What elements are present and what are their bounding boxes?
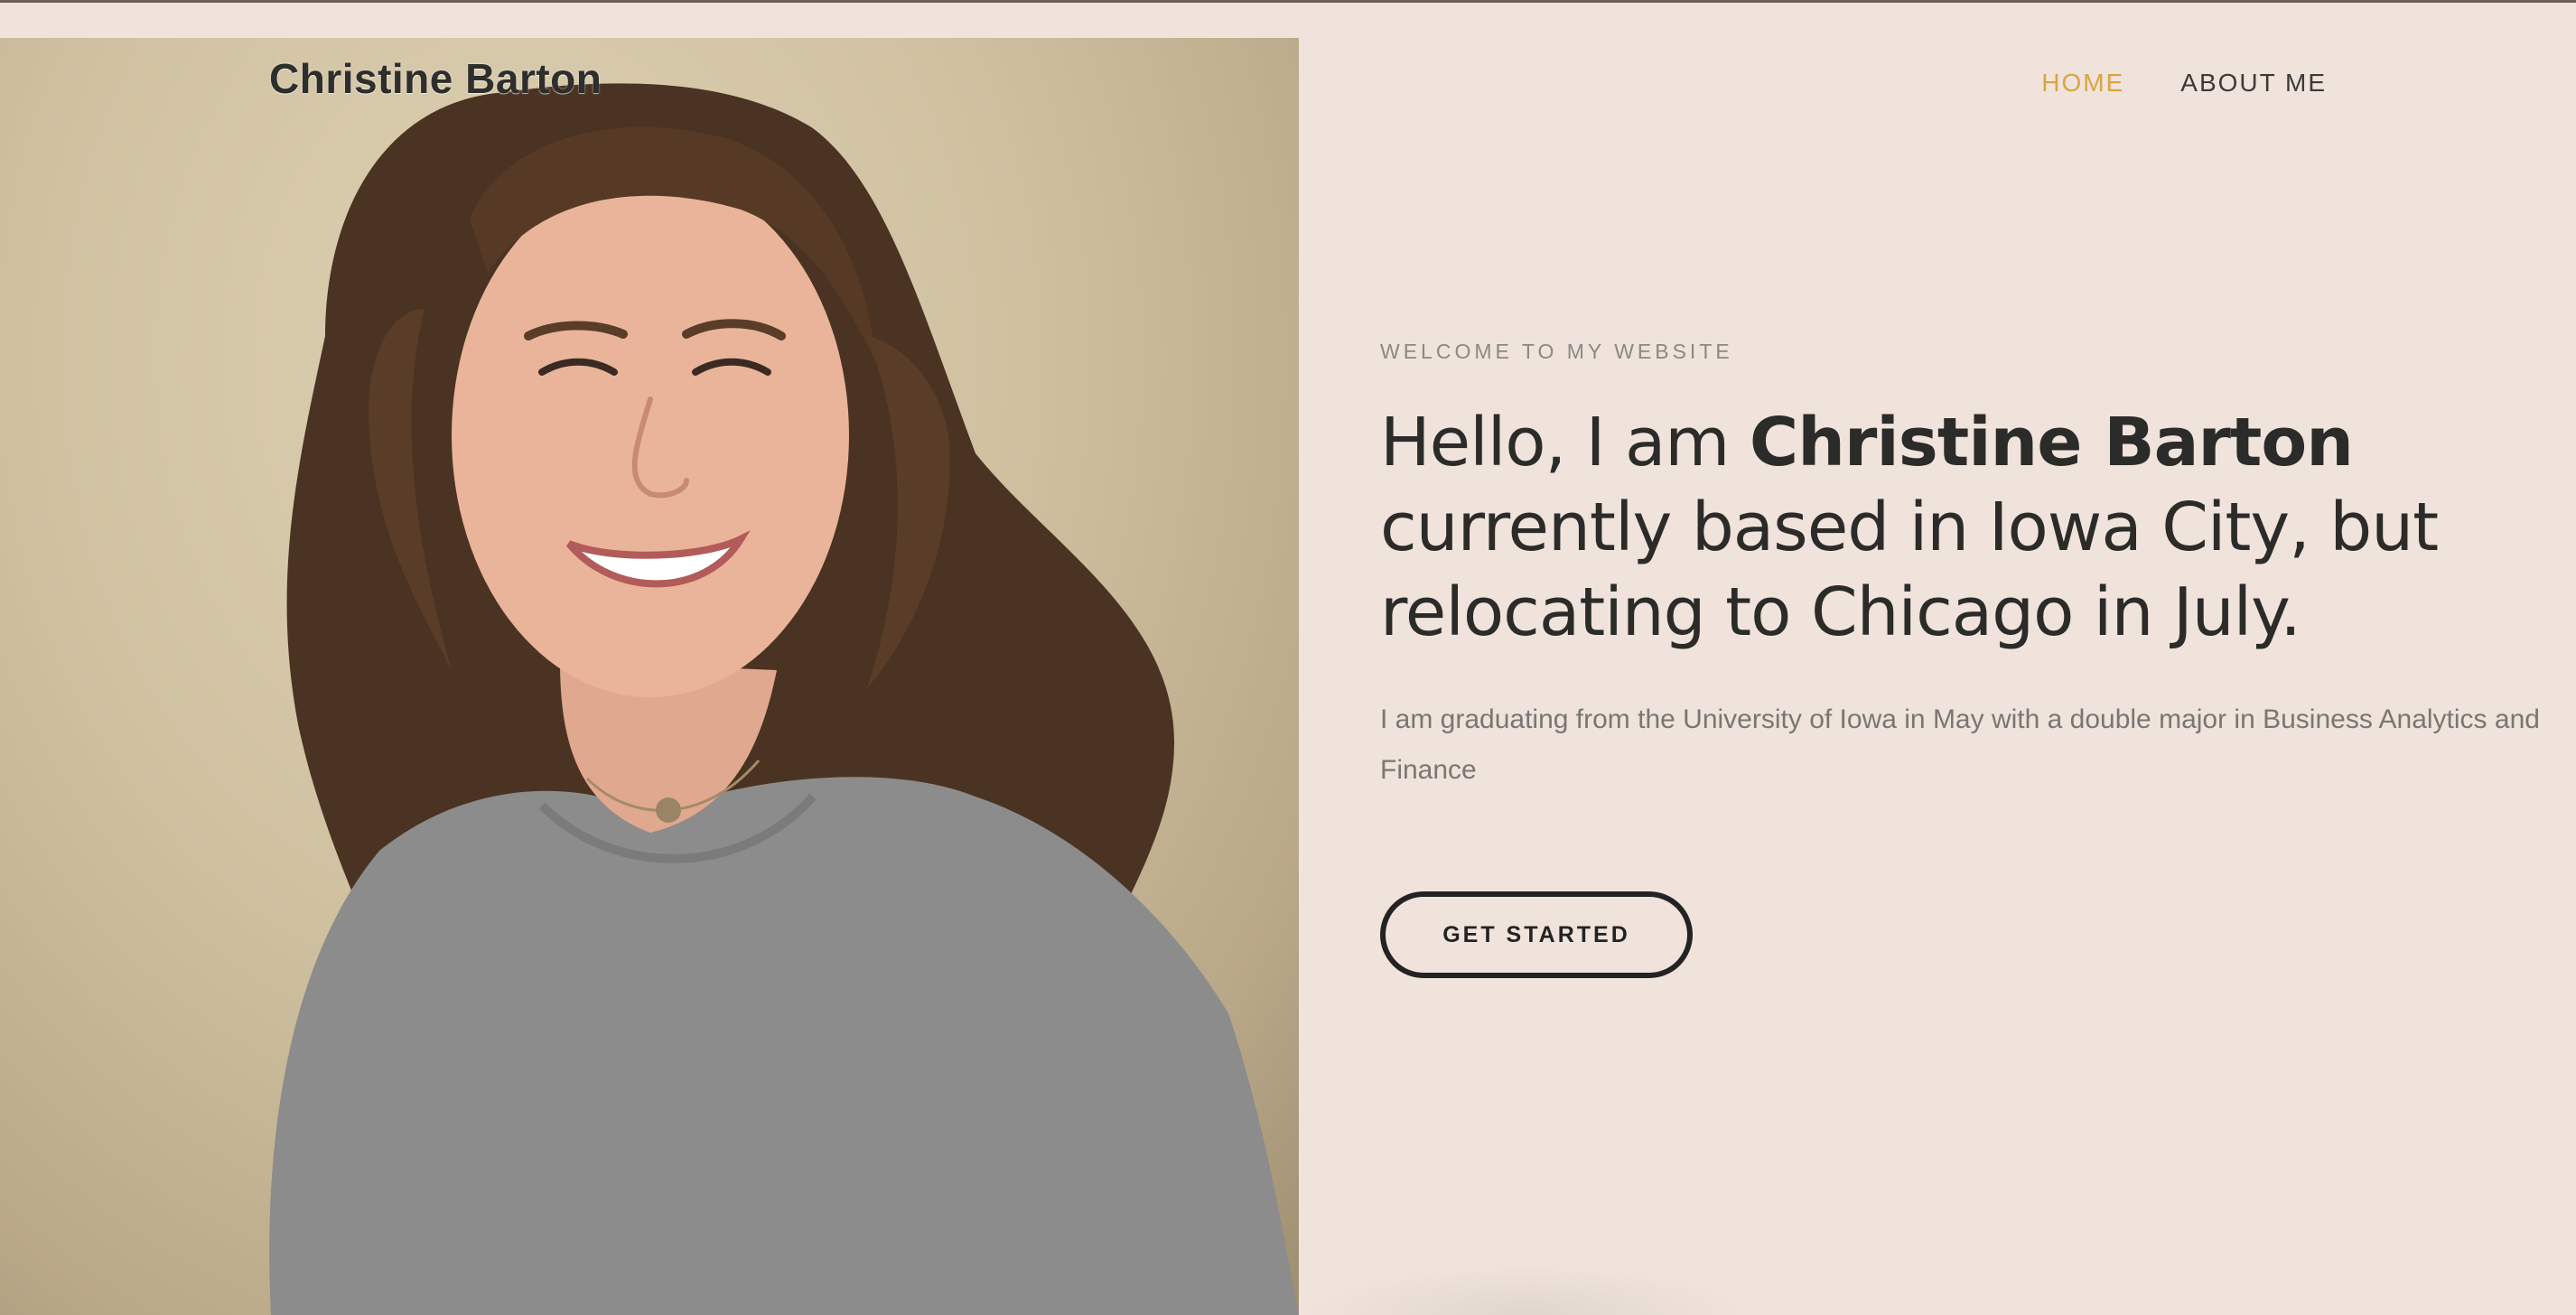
nav-item-about-me[interactable]: ABOUT ME — [2180, 69, 2327, 98]
decorative-shadow — [1301, 1264, 1752, 1315]
main-nav: HOME ABOUT ME — [2041, 69, 2327, 98]
nav-item-home[interactable]: HOME — [2041, 69, 2124, 98]
hero-subtext: I am graduating from the University of I… — [1380, 704, 2540, 785]
hero-content: WELCOME TO MY WEBSITE Hello, I am Christ… — [1380, 340, 2545, 978]
portrait-photo — [0, 38, 1299, 1315]
headline-intro: Hello, I am — [1380, 404, 1750, 481]
headline-name: Christine Barton — [1749, 404, 2354, 481]
hero-headline: Hello, I am Christine Barton currently b… — [1380, 400, 2554, 655]
headline-rest: currently based in Iowa City, but reloca… — [1380, 489, 2439, 651]
welcome-eyebrow: WELCOME TO MY WEBSITE — [1380, 340, 1733, 363]
get-started-button[interactable]: GET STARTED — [1380, 891, 1693, 978]
top-strip — [0, 0, 2576, 38]
page: Christine Barton HOME ABOUT ME WELCOME T… — [0, 0, 2576, 1315]
site-title[interactable]: Christine Barton — [269, 54, 602, 103]
